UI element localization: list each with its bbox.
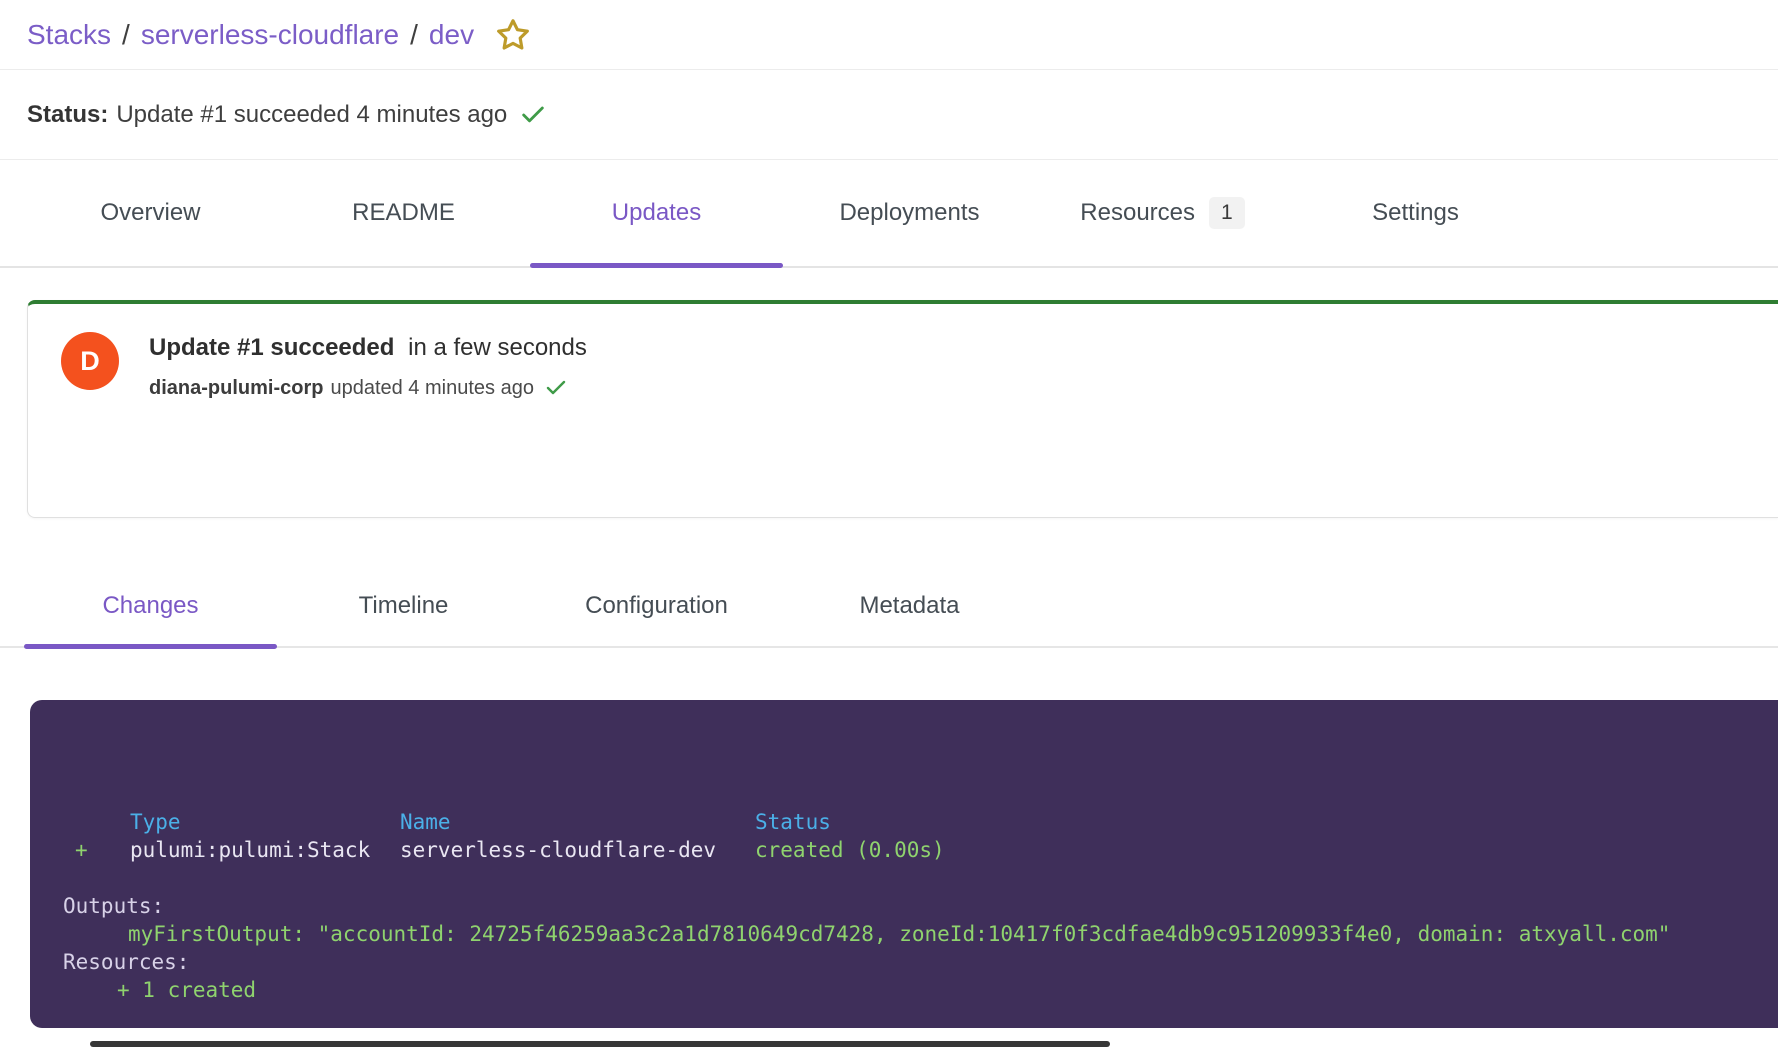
status-text: Update #1 succeeded 4 minutes ago bbox=[116, 101, 507, 129]
resources-label: Resources: bbox=[30, 948, 1778, 976]
breadcrumb-separator: / bbox=[410, 19, 418, 51]
resource-type: pulumi:pulumi:Stack bbox=[130, 836, 400, 864]
update-title-duration: in a few seconds bbox=[408, 334, 587, 361]
success-check-icon bbox=[519, 101, 547, 129]
stack-tabs: Overview README Updates Deployments Reso… bbox=[0, 160, 1778, 268]
horizontal-scrollbar[interactable] bbox=[90, 1041, 1110, 1047]
user-avatar: D bbox=[61, 332, 119, 390]
tab-label: Timeline bbox=[359, 592, 449, 620]
tab-label: README bbox=[352, 199, 455, 227]
console-header-status: Status bbox=[755, 808, 831, 836]
update-summary-card[interactable]: D Update #1 succeeded in a few seconds d… bbox=[27, 300, 1778, 518]
console-resource-row: + pulumi:pulumi:Stack serverless-cloudfl… bbox=[30, 836, 1778, 864]
tab-timeline[interactable]: Timeline bbox=[277, 565, 530, 647]
breadcrumb-link-project[interactable]: serverless-cloudflare bbox=[141, 19, 399, 51]
tab-configuration[interactable]: Configuration bbox=[530, 565, 783, 647]
active-tab-underline bbox=[24, 644, 277, 649]
tab-label: Configuration bbox=[585, 592, 728, 620]
console-header-row: Type Name Status bbox=[30, 808, 1778, 836]
update-title-bold: Update #1 succeeded bbox=[149, 334, 394, 361]
update-author: diana-pulumi-corp bbox=[149, 377, 323, 400]
active-tab-underline bbox=[530, 263, 783, 268]
tab-label: Settings bbox=[1372, 199, 1459, 227]
tab-label: Overview bbox=[100, 199, 200, 227]
breadcrumb-separator: / bbox=[122, 19, 130, 51]
diff-op-create: + bbox=[30, 836, 130, 864]
console-header-type: Type bbox=[130, 808, 400, 836]
resource-name: serverless-cloudflare-dev bbox=[400, 836, 755, 864]
breadcrumb: Stacks / serverless-cloudflare / dev bbox=[0, 0, 1778, 70]
update-title: Update #1 succeeded in a few seconds bbox=[149, 334, 587, 362]
outputs-label: Outputs: bbox=[30, 892, 1778, 920]
tab-readme[interactable]: README bbox=[277, 160, 530, 266]
tab-changes[interactable]: Changes bbox=[24, 565, 277, 647]
update-detail-tabs: Changes Timeline Configuration Metadata bbox=[0, 518, 1778, 648]
tab-deployments[interactable]: Deployments bbox=[783, 160, 1036, 266]
tab-label: Deployments bbox=[839, 199, 979, 227]
console-header-name: Name bbox=[400, 808, 755, 836]
tab-label: Updates bbox=[612, 199, 701, 227]
tab-updates[interactable]: Updates bbox=[530, 160, 783, 266]
success-check-icon bbox=[544, 376, 568, 400]
resource-status: created (0.00s) bbox=[755, 836, 945, 864]
tab-settings[interactable]: Settings bbox=[1289, 160, 1542, 266]
breadcrumb-link-stacks[interactable]: Stacks bbox=[27, 19, 111, 51]
update-diff-console: Type Name Status + pulumi:pulumi:Stack s… bbox=[30, 700, 1778, 1028]
resources-count-badge: 1 bbox=[1209, 197, 1245, 229]
tab-resources[interactable]: Resources 1 bbox=[1036, 160, 1289, 266]
tab-metadata[interactable]: Metadata bbox=[783, 565, 1036, 647]
outputs-value: myFirstOutput: "accountId: 24725f46259aa… bbox=[30, 920, 1778, 948]
tab-overview[interactable]: Overview bbox=[24, 160, 277, 266]
update-time-ago: updated 4 minutes ago bbox=[330, 377, 534, 400]
favorite-star-icon[interactable] bbox=[494, 16, 532, 54]
tab-label: Resources bbox=[1080, 199, 1195, 227]
update-subtitle: diana-pulumi-corp updated 4 minutes ago bbox=[149, 376, 587, 400]
status-bar: Status: Update #1 succeeded 4 minutes ag… bbox=[0, 70, 1778, 160]
tab-label: Metadata bbox=[859, 592, 959, 620]
status-label: Status: bbox=[27, 101, 108, 129]
tab-label: Changes bbox=[102, 592, 198, 620]
resources-created-count: + 1 created bbox=[30, 976, 1778, 1004]
breadcrumb-link-stack[interactable]: dev bbox=[429, 19, 474, 51]
